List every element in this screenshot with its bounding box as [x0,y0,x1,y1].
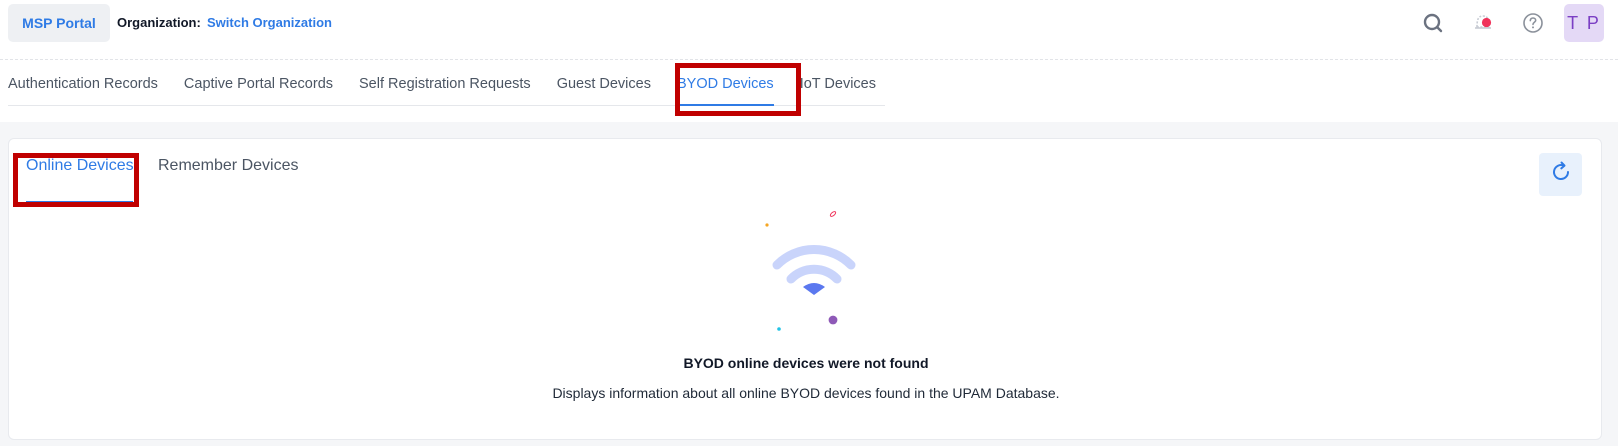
wifi-icon [749,209,879,339]
tab-iot-devices[interactable]: IoT Devices [800,59,876,105]
tab-authentication-records[interactable]: Authentication Records [8,59,158,105]
main-tabs: Authentication Records Captive Portal Re… [8,60,885,106]
subtab-active-underline [26,201,133,203]
top-bar: MSP Portal Organization: Switch Organiza… [0,0,1618,60]
empty-state-title: BYOD online devices were not found [683,355,929,371]
organization-label: Organization: [117,15,201,30]
search-icon[interactable] [1420,10,1446,36]
help-icon[interactable] [1520,10,1546,36]
user-avatar[interactable]: T P [1564,4,1604,42]
tab-byod-devices[interactable]: BYOD Devices [676,59,774,106]
refresh-icon [1549,160,1573,189]
tabs-row: Authentication Records Captive Portal Re… [0,60,1618,122]
switch-organization-link[interactable]: Switch Organization [207,15,332,30]
content-card: Online Devices Remember Devices BYOD onl… [8,138,1602,440]
msp-portal-button[interactable]: MSP Portal [8,4,110,42]
tab-captive-portal-records[interactable]: Captive Portal Records [184,59,333,105]
refresh-button[interactable] [1539,153,1582,196]
subtab-remember-devices[interactable]: Remember Devices [158,157,298,175]
empty-state-description: Displays information about all online BY… [552,385,1060,401]
tab-self-registration-requests[interactable]: Self Registration Requests [359,59,531,105]
subtab-online-devices[interactable]: Online Devices [26,157,134,175]
notification-bell-icon[interactable] [1470,10,1496,36]
tab-guest-devices[interactable]: Guest Devices [557,59,651,105]
